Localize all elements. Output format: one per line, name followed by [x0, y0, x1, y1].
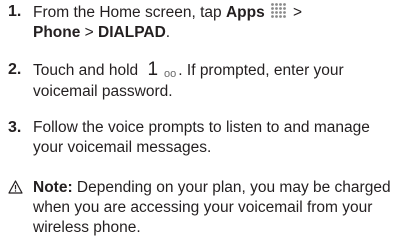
phone-label: Phone	[33, 24, 81, 41]
note-text: Note: Depending on your plan, you may be…	[33, 178, 396, 238]
step-text: From the Home screen, tap Apps > Phone >…	[33, 2, 396, 43]
step-number: 3.	[8, 119, 22, 136]
warning-triangle-icon	[8, 180, 23, 194]
step-text: Touch and hold 1 oo. If prompted, enter y…	[33, 60, 396, 102]
dialpad-label: DIALPAD	[98, 24, 166, 41]
step-text: Follow the voice prompts to listen to an…	[33, 119, 370, 156]
note-body: Depending on your plan, you may be charg…	[33, 179, 391, 236]
step-text-part: Touch and hold	[33, 62, 143, 79]
key-voicemail-symbol: oo	[164, 68, 177, 80]
step-3: 3. Follow the voice prompts to listen to…	[8, 118, 396, 158]
separator: >	[288, 4, 303, 21]
step-1: 1. From the Home screen, tap Apps > Phon…	[8, 2, 396, 43]
note-label: Note:	[33, 179, 73, 196]
apps-label: Apps	[225, 4, 265, 21]
separator: >	[80, 24, 99, 41]
step-text-part: From the Home screen, tap	[33, 4, 226, 21]
key-digit: 1	[147, 59, 159, 80]
step-number: 1.	[8, 3, 22, 20]
step-number: 2.	[8, 61, 22, 78]
voicemail-key-icon: 1 oo	[147, 60, 176, 82]
instructions-page: 1. From the Home screen, tap Apps > Phon…	[0, 0, 400, 241]
period: .	[165, 24, 171, 41]
note-block: Note: Depending on your plan, you may be…	[8, 178, 396, 238]
step-2: 2. Touch and hold 1 oo. If prompted, ente…	[8, 60, 396, 102]
apps-grid-icon	[270, 3, 286, 18]
